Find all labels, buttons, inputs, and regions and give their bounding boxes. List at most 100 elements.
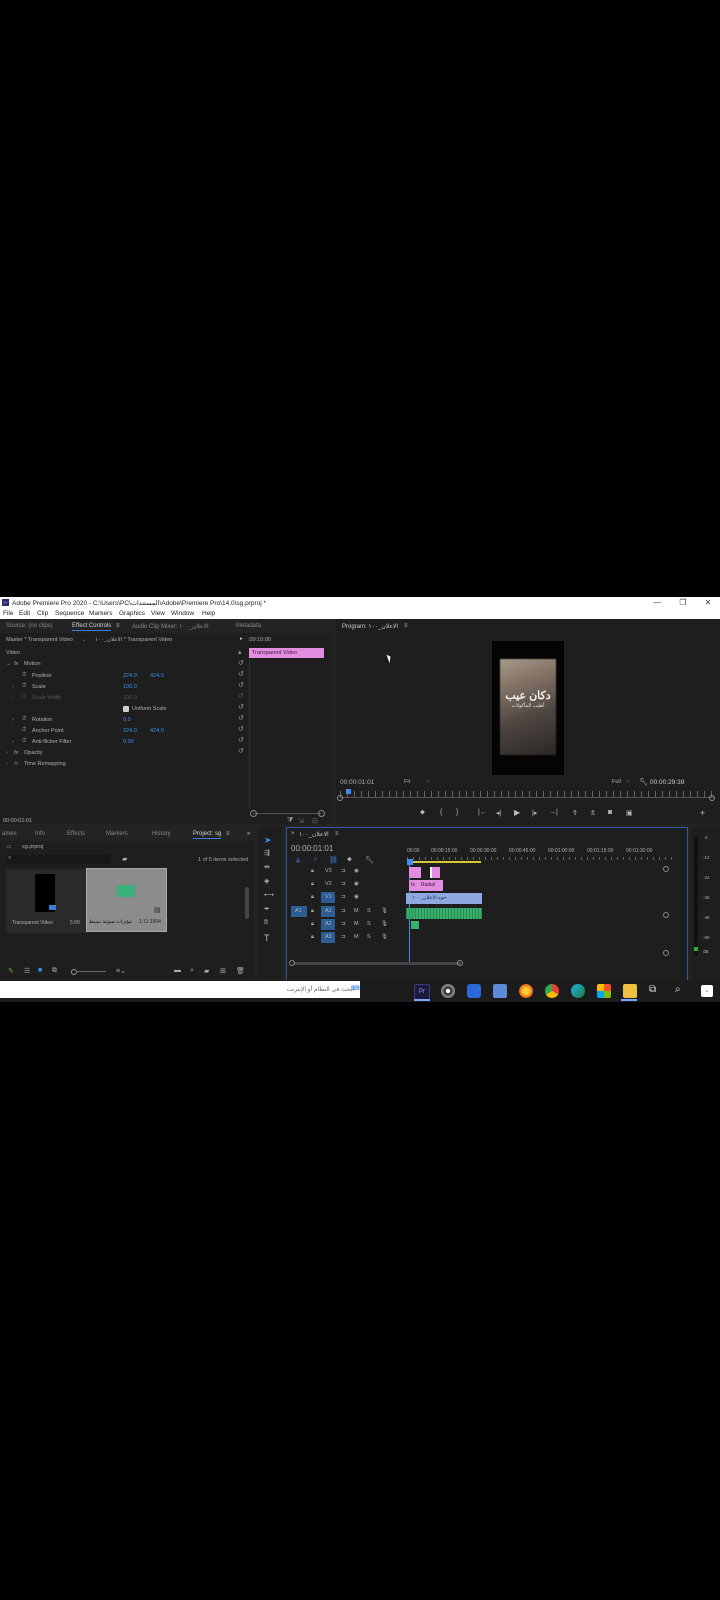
tab-metadata[interactable]: Metadata (236, 623, 261, 629)
store-icon[interactable] (597, 984, 611, 998)
anchor-y-value[interactable]: 424.0 (150, 728, 164, 734)
reset-antiflicker-icon[interactable]: ↺ (238, 736, 244, 744)
filter-icon[interactable]: ⧩ (287, 817, 293, 825)
position-x-value[interactable]: 224.0 (123, 673, 137, 679)
timeline-timecode[interactable]: 00:00:01:01 (291, 844, 333, 853)
reset-anchor-icon[interactable]: ↺ (238, 725, 244, 733)
add-button[interactable]: + (700, 808, 705, 818)
vscroll-handle-top[interactable] (663, 866, 669, 872)
icon-view-icon[interactable]: ■ (38, 967, 42, 974)
step-forward-button[interactable]: |▸ (532, 809, 537, 817)
program-playhead[interactable] (346, 789, 351, 794)
comparison-view-button[interactable]: ▣ (626, 809, 633, 817)
track-name[interactable]: V3 (325, 868, 332, 874)
track-name[interactable]: A2 (325, 921, 332, 927)
hscroll-handle-right[interactable] (457, 960, 463, 966)
stopwatch-icon[interactable]: ⏱ (22, 683, 26, 690)
chevron-down-icon[interactable]: ⌄ (426, 778, 431, 784)
clip-v2-radial[interactable]: fx Radial (409, 880, 443, 891)
tab-audio-clip-mixer[interactable]: Audio Clip Mixer: الاعلان_١٠٠ (132, 623, 209, 630)
master-clip-label[interactable]: Master * Transparent Video (6, 637, 73, 643)
clip-v3-a[interactable] (409, 867, 421, 878)
sync-lock-icon[interactable]: ⊐ (341, 934, 346, 940)
expand-time-remap-icon[interactable]: › (6, 761, 8, 767)
project-item-transparent-video[interactable]: Transparent Video 5:00 (6, 869, 88, 933)
more-tabs-icon[interactable]: » (247, 831, 250, 837)
go-to-in-button[interactable]: |← (478, 809, 487, 816)
stopwatch-icon[interactable]: ⏱ (22, 672, 26, 679)
freeform-view-icon[interactable]: ⧉ (52, 967, 57, 975)
edge-icon[interactable] (571, 984, 585, 998)
eye-icon[interactable]: ◉ (354, 894, 359, 900)
tab-effects[interactable]: Effects (67, 831, 85, 837)
pencil-icon[interactable]: ✎ (8, 967, 14, 975)
taskbar-search-box[interactable]: ابحث في النظام أو الإنترنت ⌨ (0, 981, 360, 998)
new-item-icon[interactable]: ⊞ (220, 967, 226, 975)
selection-tool-icon[interactable]: ➤ (264, 835, 272, 846)
sync-lock-icon[interactable]: ⊐ (341, 868, 346, 874)
panel-menu-icon[interactable]: ≡ (116, 623, 120, 629)
vscroll-handle-mid[interactable] (663, 912, 669, 918)
scale-value[interactable]: 100.0 (123, 684, 137, 690)
menu-markers[interactable]: Markers (89, 610, 112, 617)
reset-uniform-icon[interactable]: ↺ (238, 703, 244, 711)
hscroll-handle-left[interactable] (289, 960, 295, 966)
close-button[interactable]: ✕ (701, 598, 715, 608)
tab-names[interactable]: ames (2, 831, 17, 837)
find-icon[interactable]: ⌕ (190, 967, 194, 975)
ec-zoom-scrollbar[interactable] (253, 813, 321, 814)
windows-start-icon[interactable] (701, 985, 713, 997)
slip-tool-icon[interactable]: ⟷ (264, 891, 274, 899)
program-timecode[interactable]: 00:00:01:01 (340, 779, 374, 786)
menu-window[interactable]: Window (171, 610, 194, 617)
wrench-icon[interactable]: 🔧︎ (639, 778, 648, 786)
mute-button[interactable]: M (354, 921, 359, 927)
panel-menu-icon[interactable]: ≡ (226, 831, 230, 837)
lock-icon[interactable]: 🔒︎ (311, 894, 314, 901)
step-back-button[interactable]: ◂| (496, 809, 501, 817)
menu-help[interactable]: Help (202, 610, 215, 617)
new-bin-icon[interactable]: ▰ (204, 967, 209, 975)
shield-icon[interactable] (467, 984, 481, 998)
track-name[interactable]: A3 (325, 934, 332, 940)
ripple-edit-tool-icon[interactable]: ⇹ (264, 863, 270, 871)
solo-button[interactable]: S (367, 921, 371, 927)
stopwatch-icon[interactable]: ⏱ (22, 716, 26, 723)
lock-icon[interactable]: 🔒︎ (311, 908, 314, 915)
extract-button[interactable]: ⇯ (590, 809, 596, 817)
reset-scale-icon[interactable]: ↺ (238, 681, 244, 689)
reset-opacity-icon[interactable]: ↺ (238, 747, 244, 755)
browser-icon[interactable] (441, 984, 455, 998)
chrome-icon[interactable] (545, 984, 559, 998)
export-frame-icon[interactable]: ⊟ (312, 817, 318, 825)
project-search-input[interactable]: ⌕ (6, 855, 110, 864)
search-icon[interactable]: ⌕ (675, 984, 689, 998)
type-tool-icon[interactable]: T (264, 933, 270, 943)
rotation-value[interactable]: 0.0 (123, 717, 131, 723)
timeline-ruler[interactable]: 00:00 00:00:15:00 00:00:30:00 00:00:45:0… (407, 846, 677, 860)
work-area-bar[interactable] (413, 861, 481, 863)
menu-file[interactable]: File (3, 610, 13, 617)
premiere-taskbar-icon[interactable]: Pr (414, 984, 430, 1000)
track-name[interactable]: V1 (325, 894, 332, 900)
razor-tool-icon[interactable]: ◈ (264, 877, 269, 885)
insert-sequence-icon[interactable]: ⚶ (295, 856, 301, 864)
fit-dropdown[interactable]: Fit (404, 779, 410, 785)
menu-view[interactable]: View (151, 610, 165, 617)
go-to-out-button[interactable]: →| (549, 809, 558, 816)
minimize-button[interactable]: — (650, 598, 664, 608)
eye-icon[interactable]: ◉ (354, 868, 359, 874)
task-view-icon[interactable]: ⧉ (649, 984, 663, 998)
mute-button[interactable]: M (354, 934, 359, 940)
camera-icon[interactable]: ◙ (608, 809, 612, 816)
solo-button[interactable]: S (367, 934, 371, 940)
calculator-icon[interactable] (493, 984, 507, 998)
expand-opacity-icon[interactable]: › (6, 750, 8, 756)
automate-icon[interactable]: ▬ (174, 967, 181, 974)
maximize-button[interactable]: ❐ (676, 598, 690, 608)
sort-icon[interactable]: ≡⌄ (116, 967, 126, 975)
sequence-clip-label[interactable]: الاعلان_١٠٠ * Transparent Video (95, 637, 172, 643)
lock-icon[interactable]: 🔒︎ (311, 881, 314, 888)
zoom-handle-left[interactable] (337, 795, 343, 801)
clip-a2-audio[interactable] (411, 921, 419, 929)
